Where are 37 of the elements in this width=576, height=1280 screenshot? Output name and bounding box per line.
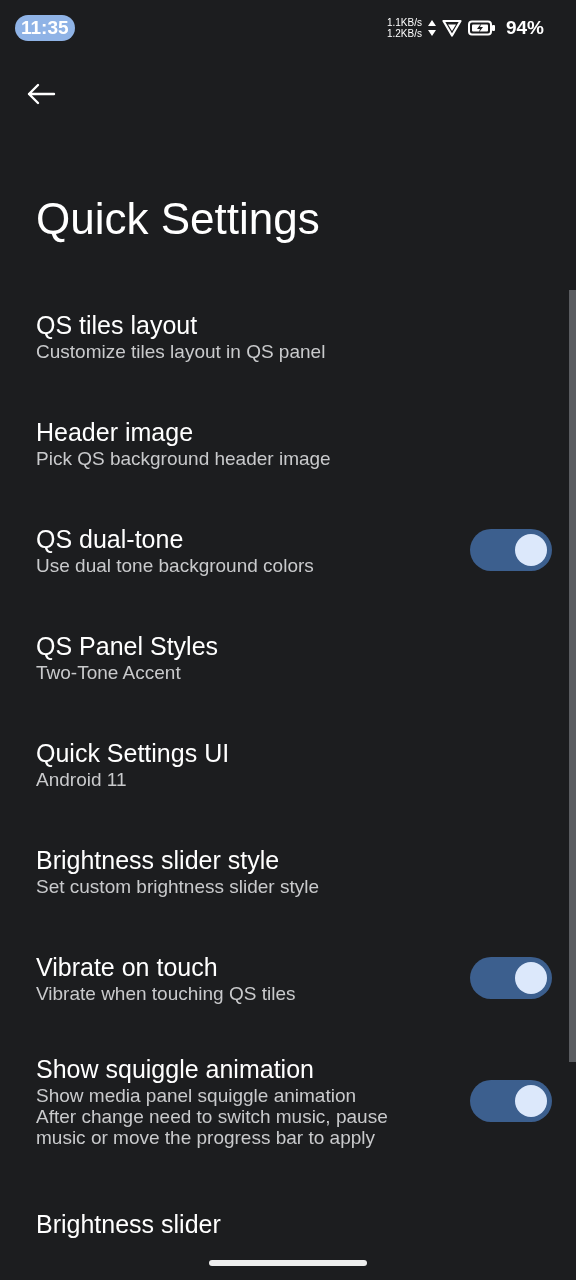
setting-title: Show squiggle animation bbox=[36, 1054, 315, 1085]
setting-title: Quick Settings UI bbox=[36, 738, 231, 769]
settings-item[interactable]: Quick Settings UI Android 11 bbox=[0, 710, 568, 817]
settings-item[interactable]: QS tiles layout Customize tiles layout in QS panel bbox=[0, 282, 568, 389]
setting-title: QS tiles layout bbox=[36, 310, 199, 341]
settings-item[interactable]: Vibrate on touch Vibrate when touching QS tiles bbox=[0, 924, 568, 1031]
toggle-switch[interactable] bbox=[470, 1079, 552, 1122]
upload-speed: 1.1KB/s bbox=[386, 17, 422, 28]
setting-title: Brightness slider bbox=[36, 1208, 221, 1240]
setting-summary: Two-Tone Accent bbox=[36, 662, 182, 683]
settings-item[interactable]: QS dual-tone Use dual tone background colors bbox=[0, 496, 568, 603]
setting-title: Header image bbox=[36, 417, 195, 448]
toggle-switch[interactable] bbox=[470, 528, 552, 571]
setting-summary: Android 11 bbox=[36, 769, 128, 790]
setting-summary: Show media panel squiggle animation After change need to switch music, pause music or move the progress bar to apply bbox=[36, 1085, 389, 1148]
setting-title: Brightness slider style bbox=[36, 845, 281, 876]
settings-item[interactable]: Header image Pick QS background header image bbox=[0, 389, 568, 496]
setting-title: Vibrate on touch bbox=[36, 952, 219, 983]
settings-item[interactable]: QS Panel Styles Two-Tone Accent bbox=[0, 603, 568, 710]
back-icon[interactable] bbox=[26, 82, 56, 106]
download-speed: 1.2KB/s bbox=[386, 28, 422, 39]
status-time: 11:35 bbox=[15, 15, 75, 41]
setting-summary: Customize tiles layout in QS panel bbox=[36, 341, 327, 362]
toggle-switch[interactable] bbox=[470, 956, 552, 999]
battery-percent: 94% bbox=[505, 17, 544, 39]
data-activity-icon bbox=[427, 19, 436, 37]
setting-summary: Vibrate when touching QS tiles bbox=[36, 983, 297, 1004]
setting-title: QS dual-tone bbox=[36, 524, 185, 555]
setting-summary: Use dual tone background colors bbox=[36, 555, 315, 576]
wifi-signal-icon bbox=[441, 19, 462, 37]
settings-item[interactable]: Brightness slider style Set custom brightness slider style bbox=[0, 817, 568, 924]
page-title: Quick Settings bbox=[35, 193, 321, 245]
setting-summary: Set custom brightness slider style bbox=[36, 876, 320, 897]
battery-charging-icon bbox=[467, 20, 496, 36]
settings-item[interactable]: Show squiggle animation Show media panel squiggle animation After change need to switch music, pause music or move the progress bar to apply bbox=[0, 1031, 568, 1170]
setting-title: QS Panel Styles bbox=[36, 631, 220, 662]
setting-summary: Pick QS background header image bbox=[36, 448, 332, 469]
